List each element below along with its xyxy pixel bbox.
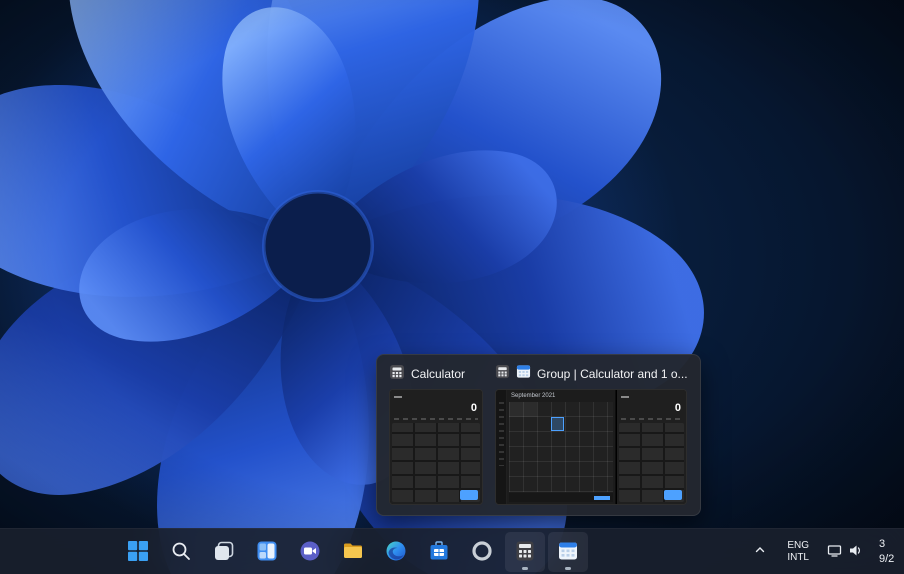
mini-calendar-footer [509,493,613,502]
network-icon [827,543,842,561]
folder-icon [342,540,364,565]
mini-calc-equals-button [664,490,682,500]
language-line2: INTL [787,551,809,563]
language-indicator[interactable]: ENG INTL [782,537,814,567]
calendar-taskbar-button[interactable] [548,532,588,572]
mini-calc-memory-row [394,416,478,421]
mini-calc-menu-icon [394,393,478,401]
mini-calc-keypad [619,423,684,502]
preview-calculator[interactable]: Calculator 0 [389,364,483,505]
shopping-bag-icon [428,540,450,565]
mini-calc-keypad [392,423,480,502]
tray-chevron-button[interactable] [747,536,773,568]
preview-group[interactable]: Group | Calculator and 1 o... September … [495,364,688,505]
chat-button[interactable] [290,532,330,572]
mini-calc-display: 0 [470,402,477,414]
mini-calc-equals-button [460,490,478,500]
group-thumbnail[interactable]: September 2021 0 [495,389,687,505]
preview-calculator-header: Calculator [389,364,483,385]
edge-button[interactable] [376,532,416,572]
volume-icon [848,543,863,561]
calculator-icon [389,364,405,385]
store-button[interactable] [419,532,459,572]
mini-calculator: 0 [390,390,482,504]
mini-calendar-header: September 2021 [511,393,556,399]
taskbar-center-icons [118,532,588,572]
mini-calc-display: 0 [674,402,681,414]
system-tray-icons-button[interactable] [823,537,867,567]
calculator-thumbnail[interactable]: 0 [389,389,483,505]
widgets-icon [256,540,278,565]
calculator-icon [514,540,536,565]
preview-title: Calculator [411,367,466,381]
clock-date: 9/2 [879,552,895,565]
task-view-button[interactable] [204,532,244,572]
app-circle-button[interactable] [462,532,502,572]
file-explorer-button[interactable] [333,532,373,572]
clock-time: 3 [879,537,886,550]
mini-calculator: 0 [616,390,686,504]
system-tray: ENG INTL 3 9/2 [747,529,904,574]
mini-calendar: September 2021 [496,390,616,504]
edge-icon [385,540,407,565]
taskbar-preview-flyout: Calculator 0 Group | Calculator and 1 o.… [376,354,701,516]
calendar-icon [557,540,579,565]
widgets-button[interactable] [247,532,287,572]
mini-calendar-month-view: September 2021 [507,390,615,504]
search-icon [170,540,192,565]
language-line1: ENG [787,539,809,551]
mini-calc-memory-row [621,416,682,421]
mini-calc-menu-icon [621,393,682,401]
start-button[interactable] [118,532,158,572]
calendar-icon [516,364,531,384]
chevron-up-icon [754,544,766,559]
mini-calendar-selected-day [551,417,564,431]
gray-ring-icon [471,540,493,565]
taskbar: ENG INTL 3 9/2 [0,528,904,574]
calculator-icon [495,364,510,384]
mini-calendar-nav-rail [496,390,507,504]
clock[interactable]: 3 9/2 [876,534,902,570]
calculator-taskbar-button[interactable] [505,532,545,572]
preview-group-header: Group | Calculator and 1 o... [495,364,688,384]
mini-calendar-prev-month-cells [509,402,537,417]
video-chat-icon [299,540,321,565]
search-button[interactable] [161,532,201,572]
preview-title: Group | Calculator and 1 o... [537,367,688,381]
mini-calendar-grid [509,402,613,492]
windows-logo-icon [127,540,149,565]
task-view-icon [213,540,235,565]
